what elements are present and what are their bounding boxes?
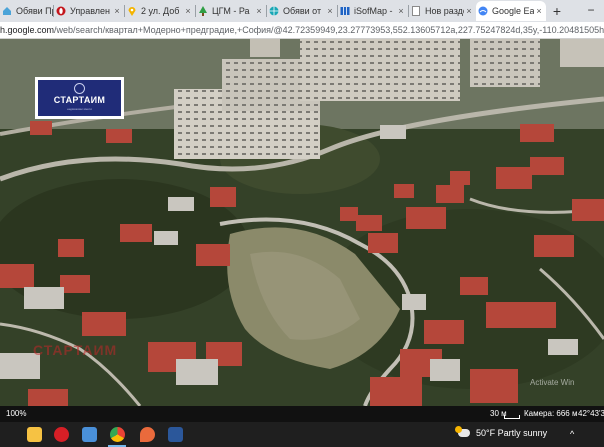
- calculator-icon[interactable]: [82, 427, 97, 442]
- tray-overflow-icon[interactable]: ^: [570, 429, 574, 439]
- agency-watermark: СТАРТАИМ: [33, 342, 118, 358]
- tab-isofmap[interactable]: iSofMap - ×: [338, 1, 408, 21]
- activate-windows-notice: Activate Win: [530, 378, 575, 387]
- opera-icon: [56, 6, 66, 16]
- chrome-icon[interactable]: [110, 427, 125, 442]
- logo-panel: СТАРТАИМ недвижими имоти: [38, 80, 121, 116]
- tab-upravlen[interactable]: Управлен ×: [54, 1, 124, 21]
- url-host: h.google.com: [0, 25, 55, 35]
- logo-text: СТАРТАИМ: [53, 95, 106, 105]
- tab-obyavi-ot[interactable]: Обяви от ×: [267, 1, 337, 21]
- earth-status-bar: 100% 30 м Камера: 666 м 42°43'3: [0, 406, 604, 422]
- url-path: /web/search/квартал+Модерно+предградие,+…: [54, 25, 604, 35]
- windows-taskbar: 50°F Partly sunny ^: [0, 422, 604, 447]
- close-icon[interactable]: ×: [325, 6, 335, 16]
- logo-subtext: недвижими имоти: [67, 107, 92, 111]
- tab-title: ЦГМ - Ра: [212, 6, 250, 16]
- google-earth-icon: [478, 6, 488, 16]
- tab-title: Google Ea: [492, 6, 534, 16]
- word-icon[interactable]: [168, 427, 183, 442]
- camera-altitude: Камера: 666 м: [524, 409, 578, 418]
- globe-emblem-icon: [74, 83, 85, 94]
- close-icon[interactable]: ×: [183, 6, 193, 16]
- zoom-level[interactable]: 100%: [6, 409, 26, 418]
- scale-bar: [504, 415, 520, 419]
- tab-google-earth[interactable]: Google Ea ×: [476, 1, 546, 21]
- url-text[interactable]: h.google.com/web/search/квартал+Модерно+…: [0, 24, 604, 37]
- tab-title: Обяви Пр: [16, 6, 53, 16]
- earth-map-view[interactable]: СТАРТАИМ недвижими имоти СТАРТАИМ Activa…: [0, 39, 604, 406]
- tree-icon: [198, 6, 208, 16]
- tab-title: Нов разде: [425, 6, 464, 16]
- close-icon[interactable]: ×: [464, 6, 474, 16]
- minimize-button[interactable]: −: [583, 2, 599, 20]
- tab-title: iSofMap -: [354, 6, 393, 16]
- map-icon: [340, 6, 350, 16]
- tab-title: Обяви от: [283, 6, 322, 16]
- address-bar[interactable]: h.google.com/web/search/квартал+Модерно+…: [0, 22, 604, 39]
- weather-widget[interactable]: 50°F Partly sunny: [455, 426, 548, 438]
- tab-obyavi-pr[interactable]: Обяви Пр: [0, 1, 53, 21]
- globe-icon: [269, 6, 279, 16]
- close-icon[interactable]: ×: [396, 6, 406, 16]
- weather-text: Partly sunny: [497, 428, 548, 438]
- file-explorer-icon[interactable]: [27, 427, 42, 442]
- close-icon[interactable]: ×: [534, 6, 544, 16]
- tab-title: Управлен: [70, 6, 110, 16]
- close-icon[interactable]: ×: [112, 6, 122, 16]
- agency-logo: СТАРТАИМ недвижими имоти: [35, 77, 124, 119]
- partly-sunny-icon: [455, 426, 470, 437]
- page-icon: [411, 6, 421, 16]
- opera-icon[interactable]: [54, 427, 69, 442]
- tab-title: 2 ул. Доб: [141, 6, 180, 16]
- coordinates: 42°43'3: [578, 409, 604, 418]
- tab-nov-razdel[interactable]: Нов разде ×: [409, 1, 476, 21]
- new-tab-button[interactable]: +: [550, 2, 564, 20]
- house-icon: [2, 6, 12, 16]
- maps-pin-icon: [127, 6, 137, 16]
- tab-cgm-ra[interactable]: ЦГМ - Ра ×: [196, 1, 266, 21]
- tab-2-ul-dob[interactable]: 2 ул. Доб ×: [125, 1, 195, 21]
- temperature: 50°F: [476, 428, 496, 438]
- paint-icon[interactable]: [140, 427, 155, 442]
- close-icon[interactable]: ×: [254, 6, 264, 16]
- browser-tab-strip: Обяви Пр Управлен × 2 ул. Доб × ЦГМ - Ра…: [0, 0, 604, 22]
